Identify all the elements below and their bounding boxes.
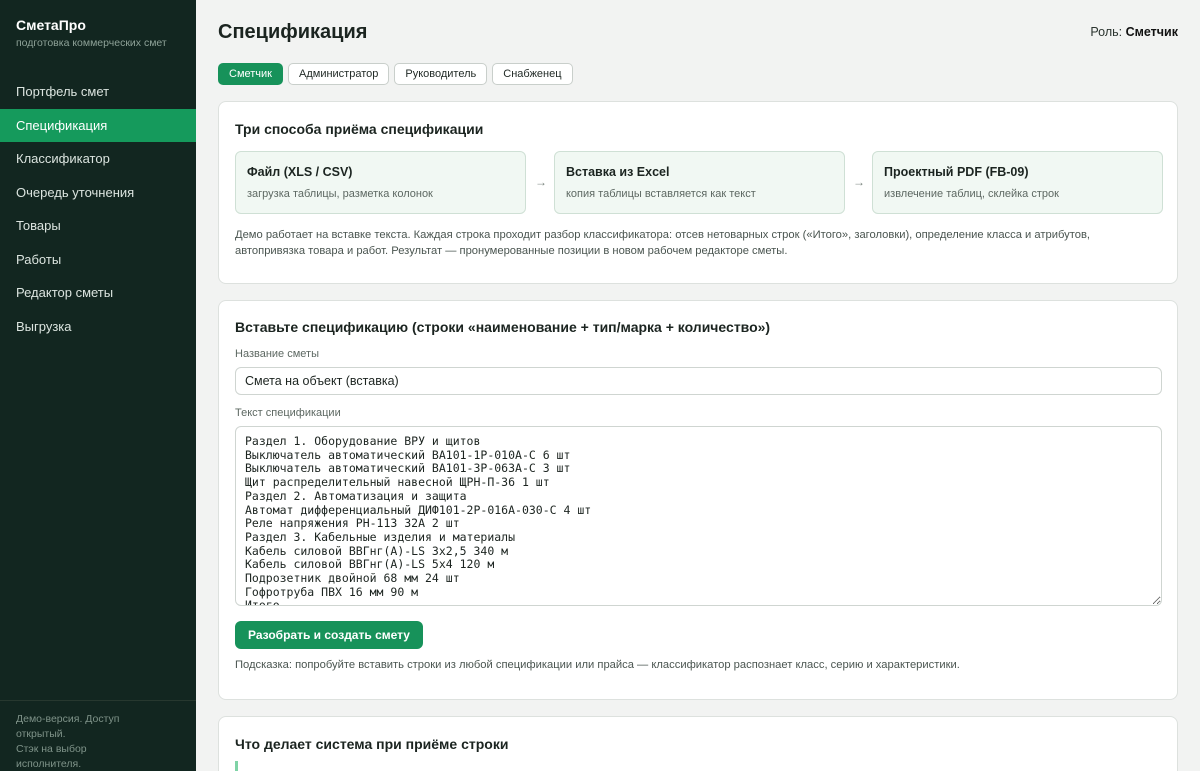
method-pdf: Проектный PDF (FB-09) извлечение таблиц,… — [872, 151, 1163, 214]
arrow-right-icon: → — [535, 175, 547, 189]
methods-card: Три способа приёма спецификации Файл (XL… — [218, 101, 1178, 284]
method-excel: Вставка из Excel копия таблицы вставляет… — [554, 151, 845, 214]
sidebar-item-classifier[interactable]: Классификатор — [0, 142, 196, 176]
sidebar-footer-text: Демо-версия. Доступ открытый. Стэк на вы… — [16, 713, 120, 770]
spec-text-label: Текст спецификации — [235, 407, 341, 419]
method-file-desc: загрузка таблицы, разметка колонок — [247, 188, 433, 200]
step-marker — [235, 761, 238, 771]
main-content: Спецификация Роль: Сметчик Сметчик Админ… — [196, 0, 1200, 771]
process-card-title: Что делает система при приёме строки — [235, 736, 509, 752]
process-card: Что делает система при приёме строки — [218, 716, 1178, 771]
role-switcher: Сметчик Администратор Руководитель Снабж… — [218, 63, 573, 85]
method-excel-title: Вставка из Excel — [566, 165, 670, 179]
sidebar: СметаПро подготовка коммерческих смет По… — [0, 0, 196, 771]
role-button-admin[interactable]: Администратор — [288, 63, 390, 85]
page-title: Спецификация — [218, 21, 368, 43]
role-label: Роль: — [1090, 25, 1123, 39]
sidebar-item-specification[interactable]: Спецификация — [0, 108, 196, 142]
app-subtitle: подготовка коммерческих смет — [16, 37, 167, 49]
sidebar-item-portfolio[interactable]: Портфель смет — [0, 75, 196, 109]
role-button-manager[interactable]: Руководитель — [394, 63, 488, 85]
method-file-title: Файл (XLS / CSV) — [247, 165, 353, 179]
role-button-supplier[interactable]: Снабженец — [492, 63, 573, 85]
paste-card: Вставьте спецификацию (строки «наименова… — [218, 300, 1178, 700]
estimate-name-label: Название сметы — [235, 348, 319, 360]
estimate-name-input[interactable] — [235, 367, 1162, 395]
sidebar-item-works[interactable]: Работы — [0, 243, 196, 277]
method-pdf-title: Проектный PDF (FB-09) — [884, 165, 1029, 179]
parse-and-create-button[interactable]: Разобрать и создать смету — [235, 621, 423, 649]
role-value: Сметчик — [1125, 25, 1178, 39]
methods-note: Демо работает на вставке текста. Каждая … — [235, 229, 1091, 257]
paste-card-title: Вставьте спецификацию (строки «наименова… — [235, 319, 771, 335]
sidebar-item-clarification-queue[interactable]: Очередь уточнения — [0, 176, 196, 210]
spec-text-area[interactable]: Раздел 1. Оборудование ВРУ и щитов Выклю… — [235, 426, 1162, 606]
app-name: СметаПро — [16, 17, 86, 33]
sidebar-item-estimate-editor[interactable]: Редактор сметы — [0, 276, 196, 310]
brand: СметаПро подготовка коммерческих смет — [16, 17, 167, 49]
role-button-estimator[interactable]: Сметчик — [218, 63, 283, 85]
current-role: Роль: Сметчик — [1090, 25, 1178, 39]
sidebar-footer: Демо-версия. Доступ открытый. Стэк на вы… — [0, 700, 196, 771]
method-excel-desc: копия таблицы вставляется как текст — [566, 188, 756, 200]
sidebar-nav: Портфель смет Спецификация Классификатор… — [0, 75, 196, 343]
method-pdf-desc: извлечение таблиц, склейка строк — [884, 188, 1059, 200]
sidebar-item-products[interactable]: Товары — [0, 209, 196, 243]
paste-hint: Подсказка: попробуйте вставить строки из… — [235, 659, 960, 671]
sidebar-item-export[interactable]: Выгрузка — [0, 310, 196, 344]
method-file: Файл (XLS / CSV) загрузка таблицы, разме… — [235, 151, 526, 214]
methods-card-title: Три способа приёма спецификации — [235, 121, 484, 137]
arrow-right-icon: → — [853, 175, 865, 189]
